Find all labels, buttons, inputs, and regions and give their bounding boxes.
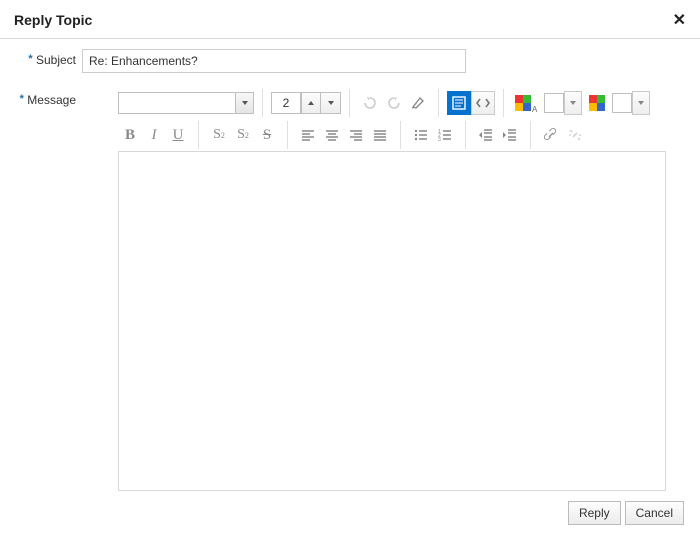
redo-button[interactable] [382,91,406,115]
mode-rich-button[interactable] [447,91,471,115]
dialog-footer: Reply Cancel [0,491,700,537]
text-color-picker-button[interactable] [564,91,582,115]
italic-button[interactable]: I [142,123,166,147]
indent-button[interactable] [498,123,522,147]
unordered-list-button[interactable] [409,123,433,147]
subject-label: Subject [36,53,76,67]
dialog-title: Reply Topic [14,12,92,28]
editor-wrap: A B I U S2 [82,87,686,491]
underline-button[interactable]: U [166,123,190,147]
subscript-button[interactable]: S2 [207,123,231,147]
svg-text:3: 3 [438,137,441,143]
subject-label-cell: * Subject [14,49,82,67]
align-justify-button[interactable] [368,123,392,147]
multicolor-icon [589,95,605,111]
subject-row: * Subject [0,39,700,73]
align-left-button[interactable] [296,123,320,147]
font-color-button[interactable]: A [512,91,540,115]
align-center-button[interactable] [320,123,344,147]
subject-input[interactable] [82,49,466,73]
reply-button[interactable]: Reply [568,501,621,525]
dialog-header: Reply Topic ✕ [0,0,700,39]
bg-color-swatch[interactable] [612,93,632,113]
font-size-up-button[interactable] [301,92,321,114]
bg-color-button[interactable] [586,91,608,115]
required-marker: * [20,93,24,105]
multicolor-icon [515,95,531,111]
close-button[interactable]: ✕ [673,10,686,30]
message-row: * Message [0,73,700,491]
chevron-down-icon [235,93,253,113]
ordered-list-button[interactable]: 123 [433,123,457,147]
clear-format-button[interactable] [406,91,430,115]
link-button[interactable] [539,123,563,147]
undo-button[interactable] [358,91,382,115]
toolbar-row-1: A [82,87,666,119]
outdent-button[interactable] [474,123,498,147]
strikethrough-button[interactable]: S [255,123,279,147]
message-label: Message [27,93,76,107]
message-textarea[interactable] [118,151,666,491]
unlink-button[interactable] [563,123,587,147]
font-family-select[interactable] [118,92,254,114]
bg-color-picker-button[interactable] [632,91,650,115]
font-size-input[interactable] [271,92,301,114]
text-color-swatch[interactable] [544,93,564,113]
mode-source-button[interactable] [471,91,495,115]
font-size-down-button[interactable] [321,92,341,114]
align-right-button[interactable] [344,123,368,147]
message-label-cell: * Message [14,87,82,107]
required-marker: * [28,53,32,65]
bold-button[interactable]: B [118,123,142,147]
cancel-button[interactable]: Cancel [625,501,684,525]
superscript-button[interactable]: S2 [231,123,255,147]
toolbar-row-2: B I U S2 S2 S [82,119,666,151]
